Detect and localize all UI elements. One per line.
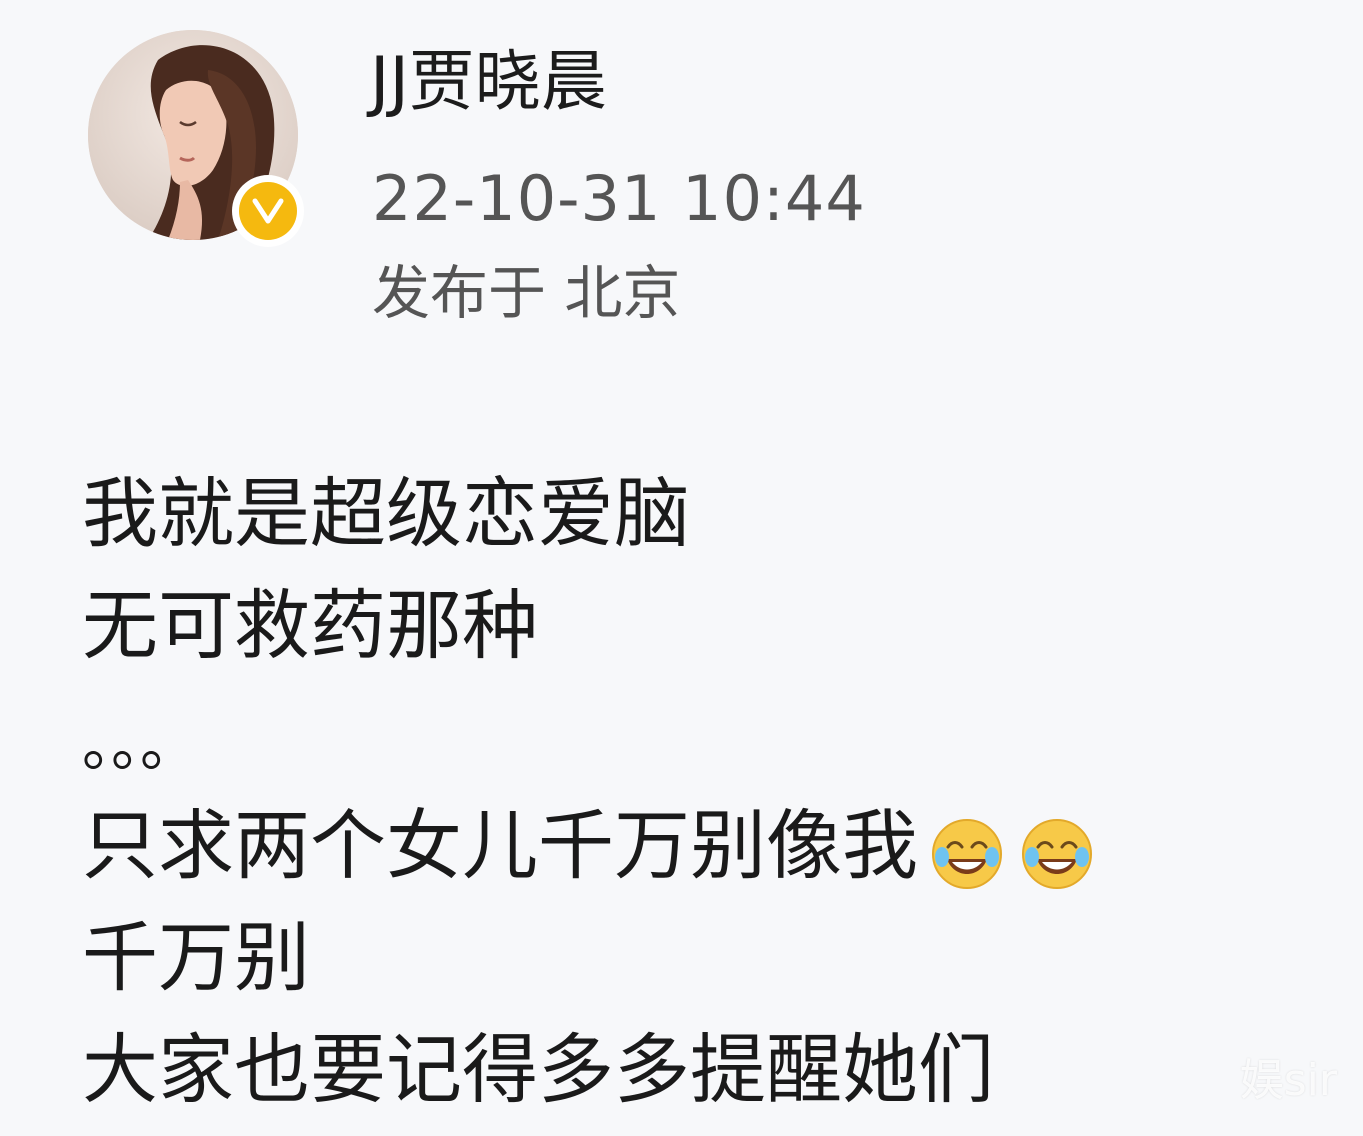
post-body: 我就是超级恋爱脑 无可救药那种 。。。 只求两个女儿千万别像我 千万别 大家也要…	[82, 458, 1282, 1126]
username[interactable]: JJ贾晓晨	[370, 40, 607, 124]
post-line-with-emoji: 只求两个女儿千万别像我	[82, 790, 1282, 902]
post-line-ellipsis: 。。。	[82, 711, 199, 779]
avatar[interactable]	[88, 30, 304, 247]
watermark: 娱sir	[1239, 1055, 1337, 1106]
post-line: 大家也要记得多多提醒她们	[82, 1025, 994, 1114]
post-line: 我就是超级恋爱脑	[82, 469, 690, 558]
verified-badge-icon	[232, 175, 304, 247]
laugh-cry-icon	[1020, 809, 1094, 889]
post-line: 千万别	[82, 913, 310, 1002]
laugh-cry-icon	[930, 809, 1004, 889]
post-line-text: 只求两个女儿千万别像我	[82, 801, 918, 890]
post-line: 无可救药那种	[82, 581, 538, 670]
post-timestamp: 22-10-31 10:44	[372, 162, 866, 235]
post-location: 发布于 北京	[372, 259, 681, 327]
